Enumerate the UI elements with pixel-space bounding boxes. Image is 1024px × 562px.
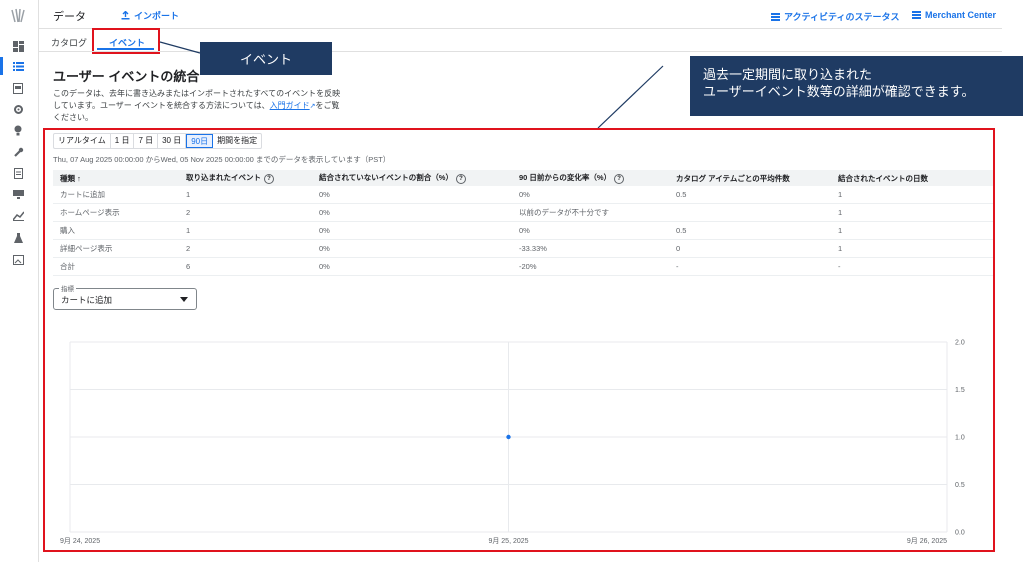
metric-label: 指標 (59, 283, 76, 293)
cell-type: 合計 (53, 257, 179, 276)
cell-days: 1 (831, 203, 993, 222)
event-table: 種類 ↑ 取り込まれたイベント? 結合されていないイベントの割合（%）? 90 … (53, 170, 993, 276)
cell-avg: 0 (669, 239, 831, 258)
event-tab-callout: イベント (200, 42, 332, 75)
data-point[interactable] (506, 434, 511, 440)
col-header-unjoined-rate: 結合されていないイベントの割合（%）? (312, 170, 512, 186)
cell-ingested: 1 (179, 186, 312, 204)
monitor-icon[interactable] (9, 186, 27, 204)
period-selector: リアルタイム 1 日 7 日 30 日 90日 期間を指定 (53, 133, 263, 149)
period-custom[interactable]: 期間を指定 (213, 134, 261, 148)
table-row: 合計 6 0% -20% - - (53, 257, 993, 276)
cell-days: 1 (831, 221, 993, 240)
cell-type: 購入 (53, 221, 179, 240)
help-icon[interactable]: ? (614, 174, 625, 184)
cell-days: 1 (831, 186, 993, 204)
guide-link[interactable]: 入門ガイド (270, 101, 310, 110)
desc-line-1: このデータは、去年に書き込みまたはインポートされたすべてのイベントを反映 (53, 89, 341, 98)
cell-unjoined: 0% (312, 186, 512, 204)
metric-select[interactable]: 指標 カートに追加 (53, 283, 197, 310)
x-tick-label: 9月 26, 2025 (907, 537, 947, 545)
table-row: 詳細ページ表示 2 0% -33.33% 0 1 (53, 239, 993, 258)
detail-callout-line1: 過去一定期間に取り込まれた (703, 67, 873, 82)
cell-ingested: 2 (179, 239, 312, 258)
cell-type: カートに追加 (53, 186, 179, 204)
y-tick-label: 0.5 (955, 482, 965, 489)
cell-avg: - (669, 257, 831, 276)
cell-unjoined: 0% (312, 203, 512, 222)
cell-ingested: 6 (179, 257, 312, 276)
period-30d[interactable]: 30 日 (158, 134, 187, 148)
period-90d[interactable]: 90日 (186, 134, 214, 148)
y-tick-label: 0.0 (955, 530, 965, 537)
cell-unjoined: 0% (312, 239, 512, 258)
col-header-change-rate: 90 日前からの変化率（%）? (512, 170, 669, 186)
dropdown-arrow-icon (180, 297, 188, 302)
help-icon[interactable]: ? (264, 174, 274, 184)
cell-change: 以前のデータが不十分です (512, 203, 669, 222)
image-icon[interactable] (9, 251, 27, 269)
cell-avg (669, 203, 831, 222)
period-7d[interactable]: 7 日 (134, 134, 159, 148)
x-tick-label: 9月 24, 2025 (60, 537, 100, 545)
detail-callout-line2: ユーザーイベント数等の詳細が確認できます。 (703, 84, 975, 99)
col-header-avg-per-item: カタログ アイテムごとの平均件数 (669, 170, 831, 186)
detail-callout: 過去一定期間に取り込まれた ユーザーイベント数等の詳細が確認できます。 (690, 56, 1023, 116)
cell-ingested: 2 (179, 203, 312, 222)
y-tick-label: 2.0 (955, 340, 965, 347)
event-chart: 0.0 0.5 1.0 1.5 2.0 9月 24, 2025 9月 25, 2025 9月 … (60, 340, 965, 546)
date-range-text: Thu, 07 Aug 2025 00:00:00 からWed, 05 Nov … (53, 155, 391, 164)
desc-line-2a: しています。ユーザー イベントを統合する方法については、 (53, 100, 270, 110)
cell-unjoined: 0% (312, 221, 512, 240)
table-row: ホームページ表示 2 0% 以前のデータが不十分です 1 (53, 203, 993, 222)
table-row: カートに追加 1 0% 0% 0.5 1 (53, 186, 993, 204)
desc-line-3: ください。 (53, 113, 93, 122)
table-row: 購入 1 0% 0% 0.5 1 (53, 221, 993, 240)
period-1d[interactable]: 1 日 (111, 134, 135, 148)
cell-change: 0% (512, 221, 669, 240)
cell-type: ホームページ表示 (53, 203, 179, 222)
cell-ingested: 1 (179, 221, 312, 240)
section-title: ユーザー イベントの統合 (53, 69, 200, 84)
cell-change: -20% (512, 257, 669, 276)
col-header-joined-days: 結合されたイベントの日数 (831, 170, 993, 186)
desc-line-2b: をご覧 (315, 100, 340, 110)
cell-days: - (831, 257, 993, 276)
section-description: このデータは、去年に書き込みまたはインポートされたすべてのイベントを反映 してい… (53, 88, 373, 124)
wrench-icon[interactable] (9, 143, 27, 161)
cell-days: 1 (831, 239, 993, 258)
cell-type: 詳細ページ表示 (53, 239, 179, 258)
cell-unjoined: 0% (312, 257, 512, 276)
y-tick-label: 1.5 (955, 387, 965, 394)
event-callout-text: イベント (239, 52, 292, 67)
col-header-ingested: 取り込まれたイベント? (179, 170, 312, 186)
document-icon[interactable] (9, 164, 27, 182)
period-realtime[interactable]: リアルタイム (54, 134, 111, 148)
col-header-type[interactable]: 種類 ↑ (53, 170, 179, 186)
flask-icon[interactable] (9, 229, 27, 247)
analytics-icon[interactable] (9, 207, 27, 225)
cell-change: 0% (512, 186, 669, 204)
table-header-row: 種類 ↑ 取り込まれたイベント? 結合されていないイベントの割合（%）? 90 … (53, 170, 993, 186)
cell-avg: 0.5 (669, 221, 831, 240)
x-tick-label: 9月 25, 2025 (488, 537, 528, 545)
y-tick-label: 1.0 (955, 435, 965, 442)
cell-avg: 0.5 (669, 186, 831, 204)
help-icon[interactable]: ? (455, 174, 466, 184)
cell-change: -33.33% (512, 239, 669, 258)
metric-value: カートに追加 (61, 295, 113, 305)
